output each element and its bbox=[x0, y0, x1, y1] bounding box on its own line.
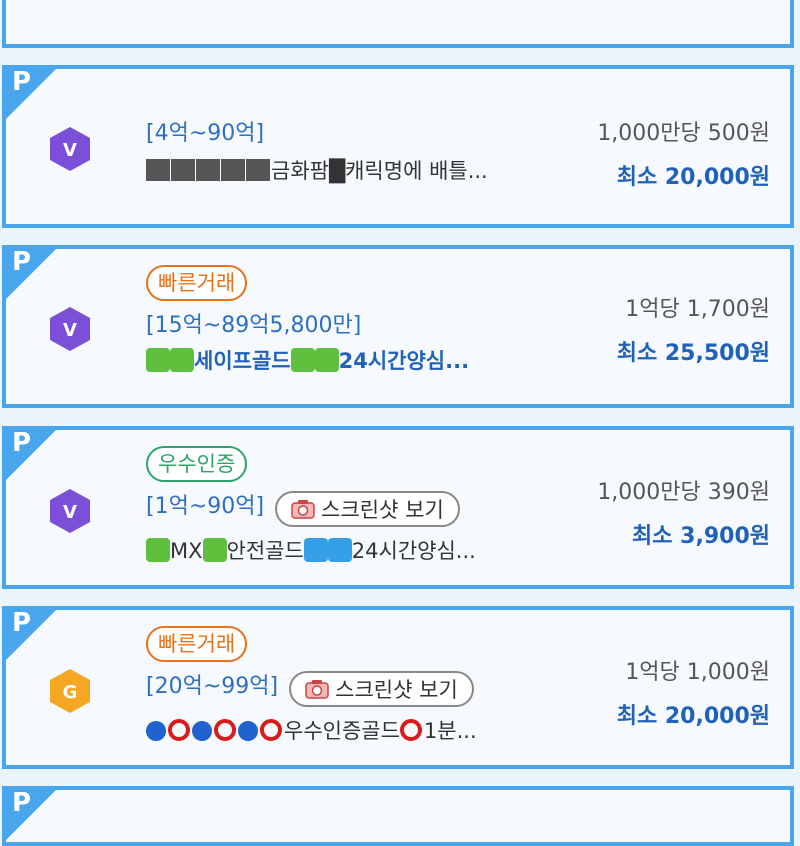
check-mark-icon bbox=[146, 537, 170, 562]
price-range: [20억~99억] bbox=[146, 674, 279, 699]
fast-trade-tag: 빠른거래 bbox=[146, 626, 248, 662]
v-hex-icon: V bbox=[50, 127, 90, 171]
minimum-price: 최소 25,500원 bbox=[616, 341, 770, 366]
price-range: [4억~90억] bbox=[146, 121, 265, 146]
camera-icon bbox=[305, 679, 329, 699]
premium-badge-label: P bbox=[12, 608, 32, 638]
red-circle-icon bbox=[214, 718, 236, 741]
listing-card-partial-bottom[interactable]: P bbox=[2, 786, 794, 846]
blue-circle-icon bbox=[146, 720, 166, 741]
minimum-price: 최소 3,900원 bbox=[632, 524, 770, 549]
svg-text:V: V bbox=[63, 502, 77, 523]
v-hex-icon: V bbox=[50, 307, 90, 351]
g-hex-icon: G bbox=[50, 669, 90, 713]
v-hex-icon: V bbox=[50, 489, 90, 533]
listing-card[interactable]: P V 우수인증 [1억~90억] 스크린샷 보기 MX 안전골드 24시간양심..… bbox=[2, 426, 794, 589]
listing-title[interactable]: MX 안전골드 24시간양심... bbox=[146, 535, 476, 565]
svg-text:G: G bbox=[63, 682, 78, 703]
sparkle-icon bbox=[170, 348, 194, 372]
screenshot-view-button[interactable]: 스크린샷 보기 bbox=[289, 670, 474, 707]
sparkle-icon bbox=[314, 348, 339, 372]
fast-trade-tag: 빠른거래 bbox=[146, 265, 248, 301]
price-range: [15억~89억5,800만] bbox=[146, 313, 362, 338]
screenshot-view-button[interactable]: 스크린샷 보기 bbox=[275, 490, 460, 527]
blue-circle-icon bbox=[238, 720, 258, 741]
premium-badge-label: P bbox=[12, 428, 32, 458]
price-range: [1억~90억] bbox=[146, 494, 265, 519]
red-circle-icon bbox=[260, 718, 282, 741]
fast-forward-icon bbox=[327, 537, 352, 562]
unit-price: 1억당 1,000원 bbox=[625, 660, 770, 685]
sparkle-icon bbox=[146, 348, 170, 372]
svg-text:V: V bbox=[63, 320, 77, 341]
unit-price: 1억당 1,700원 bbox=[625, 297, 770, 322]
premium-badge-label: P bbox=[12, 67, 32, 97]
premium-badge-label: P bbox=[12, 788, 32, 818]
minimum-price: 최소 20,000원 bbox=[616, 704, 770, 729]
fast-forward-icon bbox=[303, 537, 328, 562]
premium-badge-label: P bbox=[12, 247, 32, 277]
red-circle-icon bbox=[168, 718, 190, 741]
unit-price: 1,000만당 500원 bbox=[597, 121, 770, 146]
listing-title[interactable]: 세이프골드 24시간양심... bbox=[146, 345, 469, 375]
blue-circle-icon bbox=[192, 720, 212, 741]
unit-price: 1,000만당 390원 bbox=[597, 480, 770, 505]
listing-card[interactable]: P G 빠른거래 [20억~99억] 스크린샷 보기 우수인증골드 1분... 1… bbox=[2, 606, 794, 769]
sparkle-icon bbox=[290, 348, 315, 372]
certified-tag: 우수인증 bbox=[146, 446, 248, 482]
camera-icon bbox=[291, 499, 315, 519]
listing-card[interactable]: P V [4억~90억] 금화팜█캐릭명에 배틀... 1,000만당 500원… bbox=[2, 65, 794, 228]
minimum-price: 최소 20,000원 bbox=[616, 165, 770, 190]
listing-title[interactable]: 우수인증골드 1분... bbox=[146, 715, 477, 745]
listing-card-partial-top[interactable] bbox=[2, 0, 794, 48]
check-mark-icon bbox=[202, 537, 227, 562]
red-circle-icon bbox=[399, 718, 422, 741]
listing-card[interactable]: P V 빠른거래 [15억~89억5,800만] 세이프골드 24시간양심... … bbox=[2, 245, 794, 408]
svg-text:V: V bbox=[63, 140, 77, 161]
listing-title[interactable]: 금화팜█캐릭명에 배틀... bbox=[146, 155, 488, 185]
